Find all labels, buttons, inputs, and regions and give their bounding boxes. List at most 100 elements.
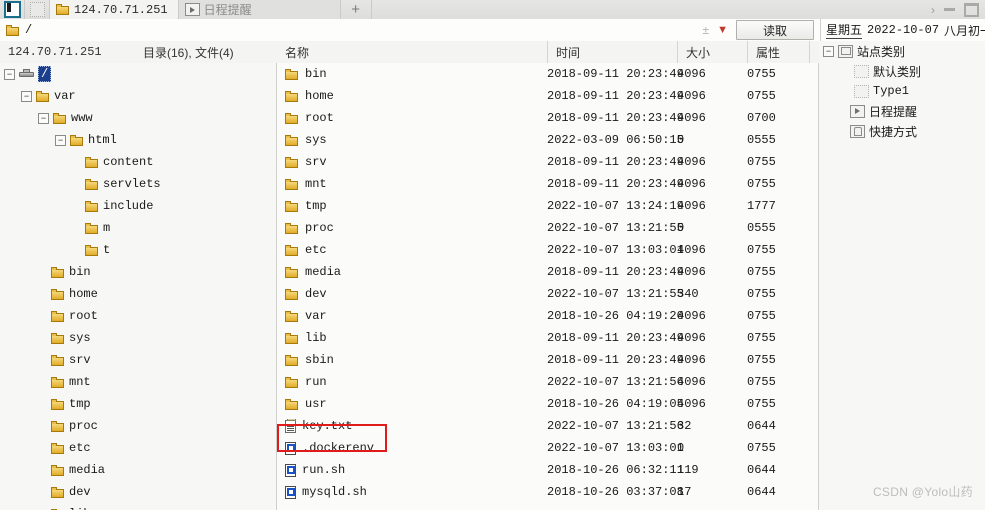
tree-item-tmp[interactable]: tmp [0,393,276,415]
collapse-toggle-icon[interactable]: − [21,90,32,102]
tree-item-home[interactable]: home [0,283,276,305]
file-name-cell[interactable]: etc [277,243,547,257]
table-row[interactable]: run 2022-10-07 13:21:56 4096 0755 [277,371,818,393]
tree-item-var[interactable]: − var [0,85,276,107]
column-header-attr[interactable]: 属性 [747,41,809,63]
plus-minus-icon[interactable]: ± [703,23,710,37]
table-row[interactable]: usr 2018-10-26 04:19:05 4096 0755 [277,393,818,415]
directory-tree-panel[interactable]: − / − var − www − html content servlets include m… [0,63,277,510]
path-field[interactable]: / [0,23,703,37]
tree-item-root[interactable]: root [0,305,276,327]
sidebar-item-Type1[interactable]: Type1 [819,81,985,101]
table-row[interactable]: var 2018-10-26 04:19:20 4096 0755 [277,305,818,327]
file-name-cell[interactable]: media [277,265,547,279]
sidebar-item-默认类别[interactable]: 默认类别 [819,61,985,81]
file-name-cell[interactable]: dev [277,287,547,301]
file-name-cell[interactable]: root [277,111,547,125]
tree-item-lib[interactable]: lib [0,503,276,510]
tree-item-servlets[interactable]: servlets [0,173,276,195]
sidebar-item-快捷方式[interactable]: 快捷方式 [819,121,985,141]
read-button[interactable]: 读取 [736,20,814,40]
file-name-cell[interactable]: tmp [277,199,547,213]
tree-item-dev[interactable]: dev [0,481,276,503]
chevron-down-icon[interactable]: ▼ [717,24,728,36]
collapse-toggle-icon[interactable]: − [823,45,834,57]
table-row[interactable]: sbin 2018-09-11 20:23:49 4096 0755 [277,349,818,371]
tree-item-m[interactable]: m [0,217,276,239]
table-row[interactable]: sys 2022-03-09 06:50:15 0 0555 [277,129,818,151]
folder-open-icon [70,134,84,146]
tree-item-media[interactable]: media [0,459,276,481]
table-row[interactable]: tmp 2022-10-07 13:24:19 4096 1777 [277,195,818,217]
file-name-cell[interactable]: home [277,89,547,103]
tree-item-html[interactable]: − html [0,129,276,151]
file-list-panel[interactable]: bin 2018-09-11 20:23:49 4096 0755 home 2018-0… [277,63,819,510]
table-row[interactable]: mysqld.sh 2018-10-26 03:37:08 17 0644 [277,481,818,503]
tree-item-srv[interactable]: srv [0,349,276,371]
restore-icon[interactable]: › [931,4,935,16]
tree-item-include[interactable]: include [0,195,276,217]
table-row[interactable]: lib 2018-09-11 20:23:49 4096 0755 [277,327,818,349]
file-time-cell: 2018-09-11 20:23:49 [547,89,684,103]
table-row[interactable]: srv 2018-09-11 20:23:49 4096 0755 [277,151,818,173]
file-name-cell[interactable]: sbin [277,353,547,367]
table-row[interactable]: etc 2022-10-07 13:03:01 4096 0755 [277,239,818,261]
file-attr-cell: 0755 [747,243,776,257]
minimize-icon[interactable] [944,8,955,11]
column-header-name[interactable]: 名称 [277,41,547,63]
tree-item-sys[interactable]: sys [0,327,276,349]
file-name-cell[interactable]: run.sh [277,463,547,477]
tab-site-connection[interactable]: 124.70.71.251 [50,0,179,19]
tree-item-label: dev [69,485,91,499]
file-name-cell[interactable]: lib [277,331,547,345]
watermark: CSDN @Yolo山药 [872,485,973,499]
tree-item-bin[interactable]: bin [0,261,276,283]
session-manager-button[interactable] [25,0,50,19]
file-name-cell[interactable]: key.txt [277,419,547,433]
sidebar-item-站点类别[interactable]: − 站点类别 [819,41,985,61]
sidebar-item-日程提醒[interactable]: 日程提醒 [819,101,985,121]
collapse-toggle-icon[interactable]: − [38,112,49,124]
file-name-cell[interactable]: mnt [277,177,547,191]
file-name-cell[interactable]: bin [277,67,547,81]
tree-item-mnt[interactable]: mnt [0,371,276,393]
column-header-size[interactable]: 大小 [677,41,747,63]
folder-icon [51,266,65,278]
file-name-cell[interactable]: var [277,309,547,323]
table-row[interactable]: home 2018-09-11 20:23:49 4096 0755 [277,85,818,107]
tree-item-content[interactable]: content [0,151,276,173]
file-time-cell: 2018-09-11 20:23:49 [547,67,684,81]
column-header-time[interactable]: 时间 [547,41,677,63]
file-name-cell[interactable]: usr [277,397,547,411]
collapse-toggle-icon[interactable]: − [55,134,66,146]
file-name-cell[interactable]: mysqld.sh [277,485,547,499]
table-row[interactable]: dev 2022-10-07 13:21:55 340 0755 [277,283,818,305]
tree-item-etc[interactable]: etc [0,437,276,459]
tree-item-t[interactable]: t [0,239,276,261]
file-name-cell[interactable]: sys [277,133,547,147]
collapse-toggle-icon[interactable]: − [4,68,15,80]
table-row[interactable]: media 2018-09-11 20:23:49 4096 0755 [277,261,818,283]
tree-item-proc[interactable]: proc [0,415,276,437]
file-name-cell[interactable]: .dockerenv [277,441,547,455]
dashed-box-icon [29,2,45,17]
table-row[interactable]: bin 2018-09-11 20:23:49 4096 0755 [277,63,818,85]
table-row[interactable]: .dockerenv 2022-10-07 13:03:01 0 0755 [277,437,818,459]
table-row[interactable]: key.txt 2022-10-07 13:21:56 32 0644 [277,415,818,437]
site-category-panel[interactable]: − 站点类别 默认类别 Type1 日程提醒 快捷方式 [819,41,985,510]
table-row[interactable]: root 2018-09-11 20:23:49 4096 0700 [277,107,818,129]
tab-schedule-reminder[interactable]: 日程提醒 [178,0,341,19]
table-row[interactable]: run.sh 2018-10-26 06:32:11 119 0644 [277,459,818,481]
folder-icon [51,310,65,322]
app-menu-button[interactable] [0,0,25,19]
file-name-cell[interactable]: srv [277,155,547,169]
tree-item-www[interactable]: − www [0,107,276,129]
tree-item-label: var [54,89,76,103]
maximize-icon[interactable] [964,2,979,17]
table-row[interactable]: proc 2022-10-07 13:21:55 0 0555 [277,217,818,239]
table-row[interactable]: mnt 2018-09-11 20:23:49 4096 0755 [277,173,818,195]
tree-item-root[interactable]: − / [0,63,276,85]
file-name-cell[interactable]: run [277,375,547,389]
new-tab-button[interactable]: + [341,0,372,19]
file-name-cell[interactable]: proc [277,221,547,235]
